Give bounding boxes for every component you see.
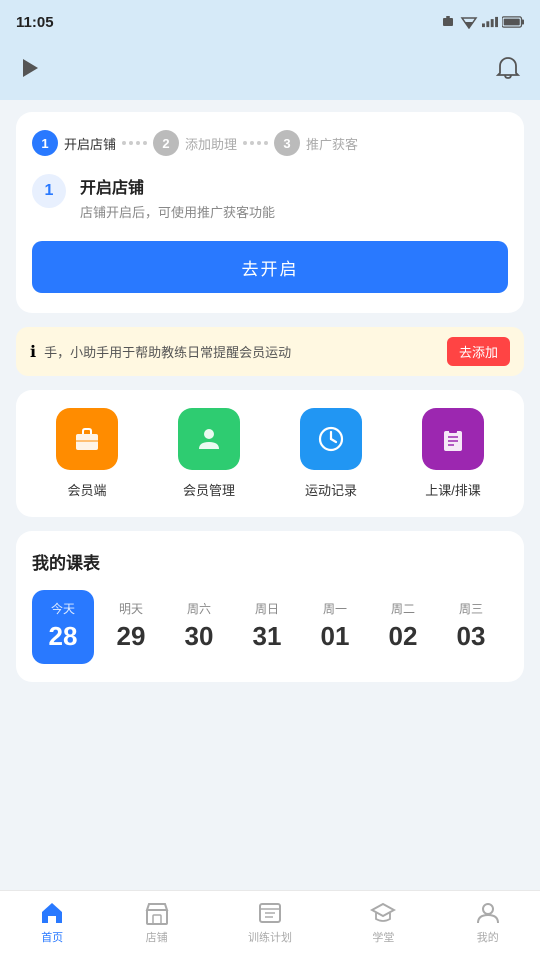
person-icon: [194, 424, 224, 454]
step-1: 1 开启店铺: [32, 130, 116, 156]
day-31[interactable]: 周日 31: [236, 590, 298, 664]
nav-mine[interactable]: 我的: [463, 894, 513, 951]
step-detail: 1 开启店铺 店铺开启后，可使用推广获客功能: [32, 174, 508, 221]
battery-icon: [502, 16, 524, 28]
steps-card: 1 开启店铺 2 添加助理 3 推广获客 1 开启店铺 店铺开启后，可使用推广: [16, 112, 524, 313]
step-2-label: 添加助理: [185, 134, 237, 153]
play-icon: [23, 59, 38, 77]
day-30-num: 30: [185, 621, 214, 652]
nav-home-label: 首页: [41, 929, 63, 945]
day-30-label: 周六: [187, 600, 211, 617]
class-schedule-label: 上课/排课: [425, 480, 481, 499]
day-31-label: 周日: [255, 600, 279, 617]
day-today-label: 今天: [51, 600, 75, 617]
header: [0, 44, 540, 100]
nav-academy[interactable]: 学堂: [358, 894, 408, 951]
clock-icon: [316, 424, 346, 454]
nav-store-label: 店铺: [146, 929, 168, 945]
day-01-label: 周一: [323, 600, 347, 617]
store-icon: [144, 900, 170, 926]
day-today[interactable]: 今天 28: [32, 590, 94, 664]
wifi-icon: [460, 15, 478, 29]
action-class-schedule[interactable]: 上课/排课: [422, 408, 484, 499]
schedule-section: 我的课表 今天 28 明天 29 周六 30 周日 31: [16, 531, 524, 682]
day-30[interactable]: 周六 30: [168, 590, 230, 664]
day-02[interactable]: 周二 02: [372, 590, 434, 664]
action-sports-record[interactable]: 运动记录: [300, 408, 362, 499]
nav-academy-label: 学堂: [372, 929, 394, 945]
member-manage-icon: [178, 408, 240, 470]
schedule-title: 我的课表: [32, 549, 508, 574]
action-member-app[interactable]: 会员端: [56, 408, 118, 499]
status-icons: [440, 14, 524, 30]
day-01-num: 01: [321, 621, 350, 652]
action-member-manage[interactable]: 会员管理: [178, 408, 240, 499]
member-manage-label: 会员管理: [183, 480, 235, 499]
academy-icon: [370, 900, 396, 926]
signal-icon: [482, 16, 498, 28]
nav-store[interactable]: 店铺: [132, 894, 182, 951]
step-1-circle: 1: [32, 130, 58, 156]
day-today-num: 28: [49, 621, 78, 652]
step-detail-num: 1: [32, 174, 66, 208]
notice-left: ℹ 手，小助手用于帮助教练日常提醒会员运动: [30, 342, 439, 362]
step-detail-desc: 店铺开启后，可使用推广获客功能: [80, 202, 275, 221]
day-02-num: 02: [389, 621, 418, 652]
nav-home[interactable]: 首页: [27, 894, 77, 951]
step-detail-text: 开启店铺 店铺开启后，可使用推广获客功能: [80, 174, 275, 221]
quick-actions: 会员端 会员管理 运动记录: [16, 390, 524, 517]
clipboard-icon: [438, 424, 468, 454]
android-icon: [440, 14, 456, 30]
bottom-nav: 首页 店铺 训练计划 学堂 我的: [0, 890, 540, 960]
briefcase-icon: [72, 424, 102, 454]
step-3-label: 推广获客: [306, 134, 358, 153]
step-dots-1: [122, 141, 147, 145]
home-icon: [39, 900, 65, 926]
day-01[interactable]: 周一 01: [304, 590, 366, 664]
step-2: 2 添加助理: [153, 130, 237, 156]
play-button[interactable]: [16, 54, 44, 82]
day-29-num: 29: [117, 621, 146, 652]
status-time: 11:05: [16, 14, 54, 31]
main-content: 1 开启店铺 2 添加助理 3 推广获客 1 开启店铺 店铺开启后，可使用推广: [0, 100, 540, 778]
status-bar: 11:05: [0, 0, 540, 44]
bell-icon: [495, 55, 521, 81]
class-schedule-icon: [422, 408, 484, 470]
day-29[interactable]: 明天 29: [100, 590, 162, 664]
sports-record-label: 运动记录: [305, 480, 357, 499]
bell-button[interactable]: [492, 52, 524, 84]
steps-header: 1 开启店铺 2 添加助理 3 推广获客: [32, 130, 508, 156]
day-03[interactable]: 周三 03: [440, 590, 502, 664]
step-3-circle: 3: [274, 130, 300, 156]
add-assistant-button[interactable]: 去添加: [447, 337, 510, 366]
day-29-label: 明天: [119, 600, 143, 617]
training-icon: [257, 900, 283, 926]
notice-banner: ℹ 手，小助手用于帮助教练日常提醒会员运动 去添加: [16, 327, 524, 376]
member-app-label: 会员端: [67, 480, 106, 499]
schedule-days: 今天 28 明天 29 周六 30 周日 31 周一 01: [32, 590, 508, 664]
step-2-circle: 2: [153, 130, 179, 156]
day-31-num: 31: [253, 621, 282, 652]
nav-mine-label: 我的: [477, 929, 499, 945]
open-store-button[interactable]: 去开启: [32, 241, 508, 293]
step-3: 3 推广获客: [274, 130, 358, 156]
step-detail-title: 开启店铺: [80, 174, 275, 198]
notice-icon: ℹ: [30, 342, 36, 362]
member-app-icon: [56, 408, 118, 470]
day-03-num: 03: [457, 621, 486, 652]
nav-training[interactable]: 训练计划: [236, 894, 304, 951]
notice-text: 手，小助手用于帮助教练日常提醒会员运动: [44, 342, 291, 361]
step-1-label: 开启店铺: [64, 134, 116, 153]
nav-training-label: 训练计划: [248, 929, 292, 945]
sports-record-icon: [300, 408, 362, 470]
mine-icon: [475, 900, 501, 926]
day-02-label: 周二: [391, 600, 415, 617]
day-03-label: 周三: [459, 600, 483, 617]
step-dots-2: [243, 141, 268, 145]
